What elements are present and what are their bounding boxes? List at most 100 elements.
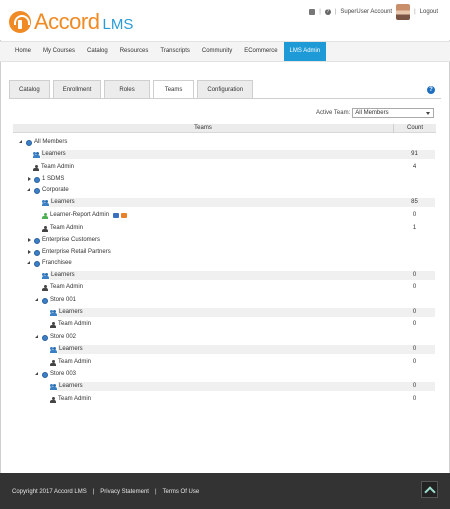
logout-link[interactable]: Logout [420,9,438,15]
column-header-teams: Teams [194,125,212,131]
expand-toggle-icon[interactable] [26,175,32,184]
collapse-toggle-icon[interactable] [26,259,32,268]
table-row[interactable]: Enterprise Customers [13,236,436,245]
learners-icon [50,383,57,390]
help-icon[interactable]: ? [427,86,435,94]
table-row[interactable]: Learners 0 [13,308,436,317]
account-link[interactable]: SuperUser Account [340,9,392,15]
table-row[interactable]: Team Admin 0 [13,358,436,367]
nav-resources[interactable]: Resources [114,42,155,61]
table-row[interactable]: Team Admin 4 [13,163,436,172]
avatar[interactable] [396,4,411,20]
table-row[interactable]: Store 002 [13,333,436,342]
table-row[interactable]: Store 001 [13,296,436,305]
table-row[interactable]: All Members [13,138,436,147]
nav-ecommerce[interactable]: ECommerce [238,42,283,61]
team-name[interactable]: Learners [51,198,75,207]
collapse-toggle-icon[interactable] [26,186,32,195]
team-name[interactable]: Learners [42,150,66,159]
table-row[interactable]: Team Admin 0 [13,283,436,292]
column-header-count: Count [393,124,436,133]
utility-bar: | ? | SuperUser Account | Logout [309,4,438,20]
nav-lms-admin[interactable]: LMS Admin [283,42,327,61]
nav-home[interactable]: Home [9,42,37,61]
mail-icon[interactable] [309,9,316,15]
nav-transcripts[interactable]: Transcripts [154,42,195,61]
collapse-toggle-icon[interactable] [34,333,40,342]
table-row[interactable]: Learners 91 [13,150,436,159]
collapse-toggle-icon[interactable] [34,296,40,305]
team-name[interactable]: Team Admin [50,224,83,233]
team-name[interactable]: Store 003 [50,370,76,379]
separator: | [414,9,416,15]
tab-roles[interactable]: Roles [104,80,150,99]
privacy-link[interactable]: Privacy Statement [100,489,149,495]
member-count: 0 [412,272,417,278]
accord-lms-logo[interactable]: Accord LMS [9,9,133,35]
table-row[interactable]: 1 SDMS [13,175,436,184]
team-name[interactable]: Corporate [42,186,69,195]
terms-link[interactable]: Terms Of Use [163,489,200,495]
member-count: 0 [412,396,417,402]
table-row[interactable]: Learners 0 [13,345,436,354]
team-name[interactable]: Learners [59,382,83,391]
team-name[interactable]: Learners [59,345,83,354]
collapse-toggle-icon[interactable] [18,138,24,147]
main-nav: Home My Courses Catalog Resources Transc… [0,41,450,62]
member-count: 0 [412,309,417,315]
tab-configuration[interactable]: Configuration [197,80,254,99]
table-row[interactable]: Enterprise Retail Partners [13,248,436,257]
learners-icon [42,199,49,206]
expand-toggle-icon[interactable] [26,236,32,245]
site-footer: Copyright 2017 Accord LMS | Privacy Stat… [0,473,450,509]
tree-logo-icon [9,11,31,33]
team-name[interactable]: Enterprise Customers [42,236,100,245]
table-row[interactable]: Franchisee [13,259,436,268]
team-name[interactable]: Team Admin [58,320,91,329]
table-row[interactable]: Learners 0 [13,271,436,280]
nav-community[interactable]: Community [196,42,238,61]
table-row[interactable]: Team Admin 0 [13,395,436,404]
table-row[interactable]: Learners 85 [13,198,436,207]
member-count: 85 [411,199,418,205]
team-name[interactable]: Team Admin [50,283,83,292]
team-name[interactable]: Team Admin [58,358,91,367]
collapse-toggle-icon[interactable] [34,370,40,379]
table-row[interactable]: Team Admin 1 [13,224,436,233]
team-name[interactable]: Store 001 [50,296,76,305]
row-label-group: Store 003 [34,370,76,379]
report-icon[interactable] [113,213,120,218]
lock-icon[interactable] [121,213,128,218]
team-name[interactable]: Franchisee [42,259,72,268]
expand-toggle-icon[interactable] [26,248,32,257]
row-label-group: Team Admin [50,395,91,404]
globe-icon [34,176,40,183]
team-name[interactable]: 1 SDMS [42,175,64,184]
table-row[interactable]: Learners 0 [13,382,436,391]
copyright-text: Copyright 2017 Accord LMS [12,489,87,495]
nav-my-courses[interactable]: My Courses [37,42,81,61]
team-name[interactable]: Team Admin [58,395,91,404]
team-name[interactable]: All Members [34,138,67,147]
scroll-to-top-button[interactable] [421,481,438,498]
table-row[interactable]: Learner-Report Admin 0 [13,211,436,220]
team-name[interactable]: Store 002 [50,333,76,342]
tab-enrollment[interactable]: Enrollment [52,80,102,99]
globe-icon [42,297,48,304]
help-icon[interactable]: ? [324,9,331,15]
row-label-group: Team Admin [50,358,91,367]
nav-catalog[interactable]: Catalog [81,42,114,61]
active-team-select[interactable]: All Members [352,108,435,118]
tab-catalog[interactable]: Catalog [9,80,50,99]
table-row[interactable]: Store 003 [13,370,436,379]
team-name[interactable]: Learners [59,308,83,317]
team-name[interactable]: Learners [51,271,75,280]
team-name[interactable]: Enterprise Retail Partners [42,248,111,257]
member-count: 0 [412,359,417,365]
tab-teams[interactable]: Teams [152,80,195,99]
learners-icon [42,272,49,279]
team-name[interactable]: Learner-Report Admin [50,211,109,220]
team-name[interactable]: Team Admin [41,163,74,172]
table-row[interactable]: Corporate [13,186,436,195]
table-row[interactable]: Team Admin 0 [13,320,436,329]
